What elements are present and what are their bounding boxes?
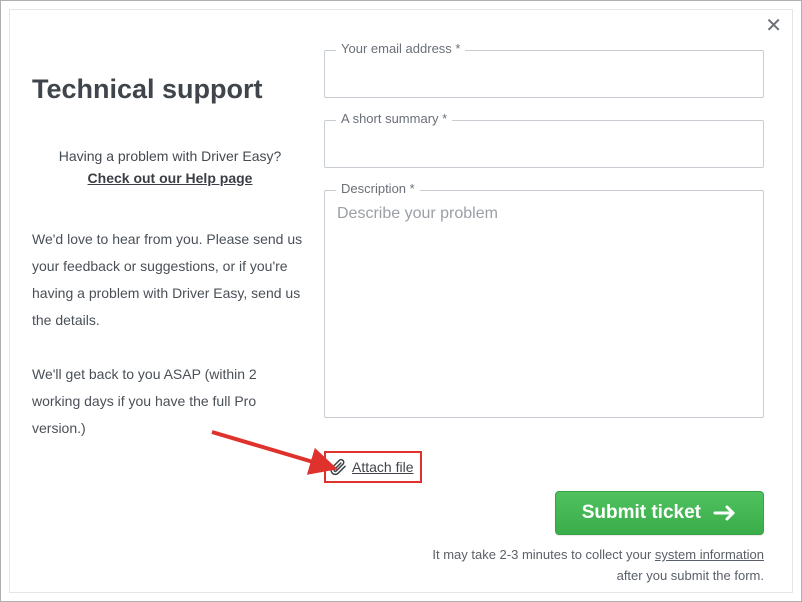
footnote: It may take 2-3 minutes to collect your … xyxy=(324,545,764,587)
arrow-right-icon xyxy=(713,505,737,521)
description-field[interactable] xyxy=(324,190,764,418)
submit-row: Submit ticket xyxy=(324,491,764,535)
dialog-inner: ✕ Technical support Having a problem wit… xyxy=(9,9,793,593)
support-dialog: ✕ Technical support Having a problem wit… xyxy=(0,0,802,602)
summary-field-label: A short summary * xyxy=(336,111,452,126)
left-column: Technical support Having a problem with … xyxy=(32,38,324,576)
email-field-label: Your email address * xyxy=(336,41,465,56)
system-information-link[interactable]: system information xyxy=(655,547,764,562)
intro-paragraph-2: We'll get back to you ASAP (within 2 wor… xyxy=(32,361,308,443)
email-field-wrap: Your email address * xyxy=(324,50,764,98)
email-field[interactable] xyxy=(324,50,764,98)
footnote-pre: It may take 2-3 minutes to collect your xyxy=(432,547,655,562)
submit-button[interactable]: Submit ticket xyxy=(555,491,764,535)
summary-field[interactable] xyxy=(324,120,764,168)
paperclip-icon xyxy=(329,458,347,476)
form-column: Your email address * A short summary * D… xyxy=(324,38,764,576)
attach-file-button[interactable]: Attach file xyxy=(324,451,422,483)
submit-button-label: Submit ticket xyxy=(582,502,701,524)
subtitle-text: Having a problem with Driver Easy? xyxy=(32,143,308,170)
close-icon[interactable]: ✕ xyxy=(765,16,782,36)
attach-file-label: Attach file xyxy=(352,459,413,475)
summary-field-wrap: A short summary * xyxy=(324,120,764,168)
intro-paragraph-1: We'd love to hear from you. Please send … xyxy=(32,226,308,335)
help-page-link[interactable]: Check out our Help page xyxy=(32,170,308,186)
description-field-wrap: Description * xyxy=(324,190,764,423)
description-field-label: Description * xyxy=(336,181,420,196)
page-title: Technical support xyxy=(32,74,308,105)
footnote-post: after you submit the form. xyxy=(617,568,764,583)
